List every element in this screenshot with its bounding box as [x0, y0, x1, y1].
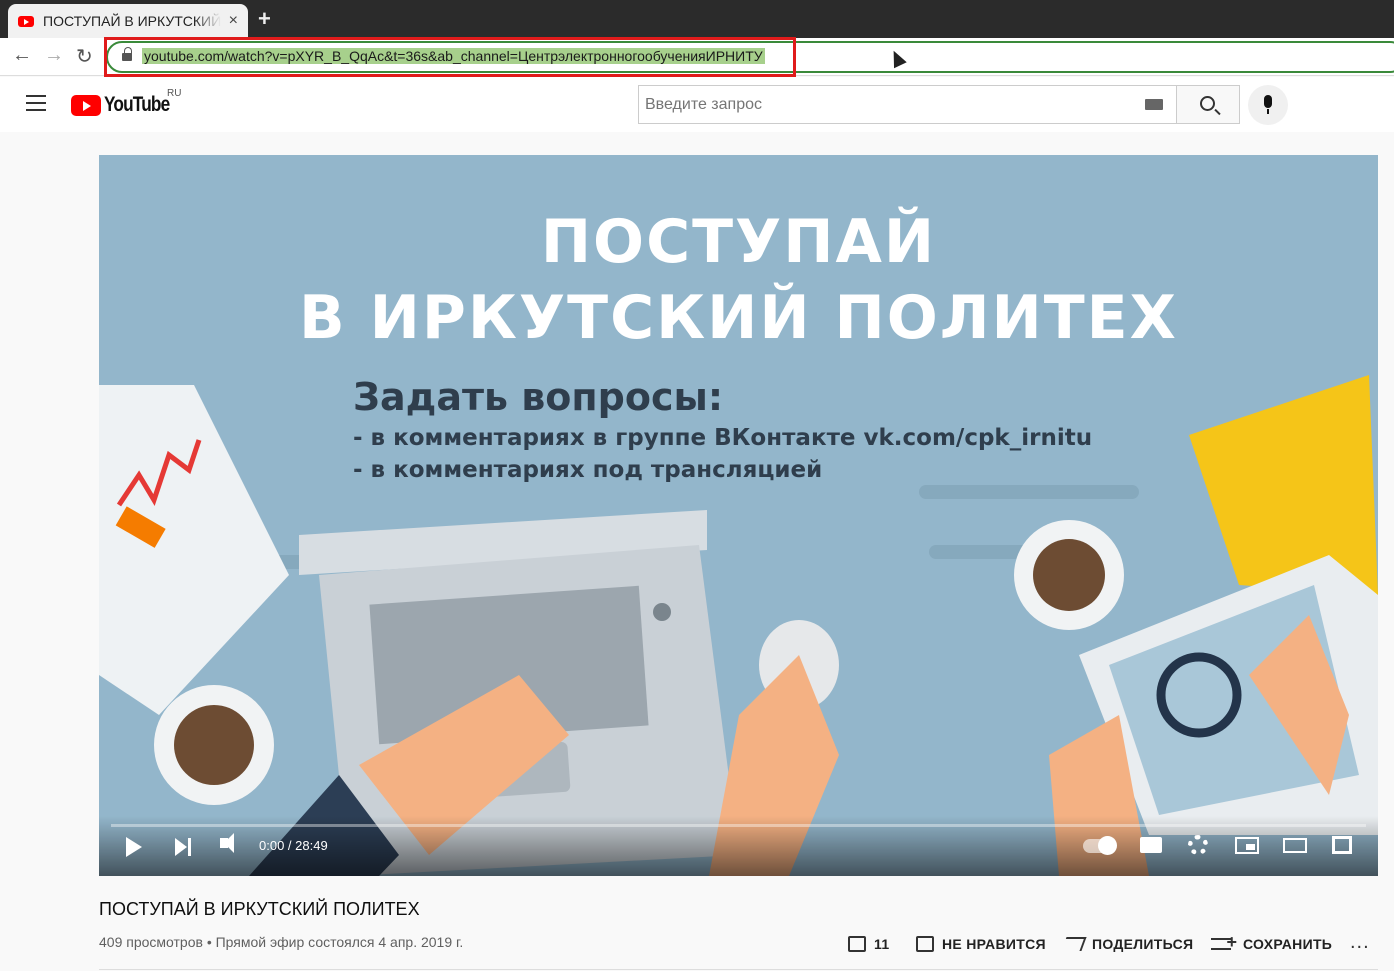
voice-search-button[interactable]	[1248, 85, 1288, 125]
video-player[interactable]: ПОСТУПАЙ В ИРКУТСКИЙ ПОЛИТЕХ Задать вопр…	[99, 155, 1378, 876]
like-count: 11	[874, 936, 890, 952]
thumbs-down-icon	[916, 936, 934, 952]
search-icon	[1200, 96, 1215, 111]
share-label: ПОДЕЛИТЬСЯ	[1092, 936, 1194, 952]
keyboard-icon[interactable]	[1145, 99, 1163, 110]
play-icon[interactable]	[126, 837, 142, 857]
video-overlay-title-2: В ИРКУТСКИЙ ПОЛИТЕХ	[299, 283, 1178, 353]
autoplay-toggle[interactable]	[1083, 836, 1117, 855]
browser-tab[interactable]: ПОСТУПАЙ В ИРКУТСКИЙ ПОЛИТЕХ ×	[8, 4, 248, 38]
back-button[interactable]: ←	[12, 44, 32, 67]
url-highlight-annotation	[104, 37, 796, 77]
youtube-header: YouTube RU	[0, 77, 1394, 132]
volume-icon[interactable]	[220, 833, 234, 853]
forward-button[interactable]: →	[44, 44, 64, 67]
dislike-button[interactable]: НЕ НРАВИТСЯ	[916, 932, 1046, 956]
subtitles-icon[interactable]	[1140, 837, 1162, 853]
player-controls: 0:00 / 28:49	[99, 816, 1378, 876]
browser-tab-bar: ПОСТУПАЙ В ИРКУТСКИЙ ПОЛИТЕХ × +	[0, 0, 1394, 38]
save-label: СОХРАНИТЬ	[1243, 936, 1333, 952]
search-input[interactable]	[645, 96, 1125, 114]
save-button[interactable]: СОХРАНИТЬ	[1211, 932, 1332, 956]
dislike-label: НЕ НРАВИТСЯ	[942, 936, 1046, 952]
hamburger-menu-icon[interactable]	[26, 95, 46, 111]
new-tab-button[interactable]: +	[258, 6, 271, 32]
like-button[interactable]: 11	[848, 932, 889, 956]
thumbs-up-icon	[848, 936, 866, 952]
video-overlay-line-1: - в комментариях в группе ВКонтакте vk.c…	[353, 425, 1093, 451]
miniplayer-icon[interactable]	[1235, 837, 1259, 854]
search-button[interactable]	[1176, 85, 1240, 124]
share-button[interactable]: ПОДЕЛИТЬСЯ	[1061, 932, 1194, 956]
video-overlay-line-2: - в комментариях под трансляцией	[353, 457, 823, 483]
tab-title: ПОСТУПАЙ В ИРКУТСКИЙ ПОЛИТЕХ	[43, 13, 221, 29]
reload-button[interactable]: ↻	[76, 44, 93, 69]
youtube-logo-icon	[71, 94, 101, 116]
next-video-icon[interactable]	[175, 838, 191, 856]
more-actions-icon[interactable]: ...	[1350, 931, 1370, 954]
theater-mode-icon[interactable]	[1283, 838, 1307, 853]
video-meta: 409 просмотров • Прямой эфир состоялся 4…	[99, 934, 464, 950]
settings-gear-icon[interactable]	[1188, 835, 1208, 855]
share-arrow-icon	[1061, 937, 1087, 951]
time-display: 0:00 / 28:49	[259, 838, 328, 853]
microphone-icon	[1264, 95, 1272, 114]
video-overlay-ask: Задать вопросы:	[353, 375, 724, 419]
youtube-favicon-icon	[18, 15, 34, 27]
progress-bar[interactable]	[111, 824, 1366, 827]
playlist-add-icon	[1211, 932, 1237, 953]
youtube-logo-text: YouTube	[104, 93, 170, 116]
tab-close-icon[interactable]: ×	[229, 12, 238, 30]
region-label: RU	[167, 88, 182, 99]
divider	[99, 969, 1378, 970]
fullscreen-icon[interactable]	[1332, 836, 1352, 854]
video-title: ПОСТУПАЙ В ИРКУТСКИЙ ПОЛИТЕХ	[99, 899, 420, 919]
search-box[interactable]	[638, 85, 1178, 124]
video-overlay-title-1: ПОСТУПАЙ	[540, 207, 937, 277]
